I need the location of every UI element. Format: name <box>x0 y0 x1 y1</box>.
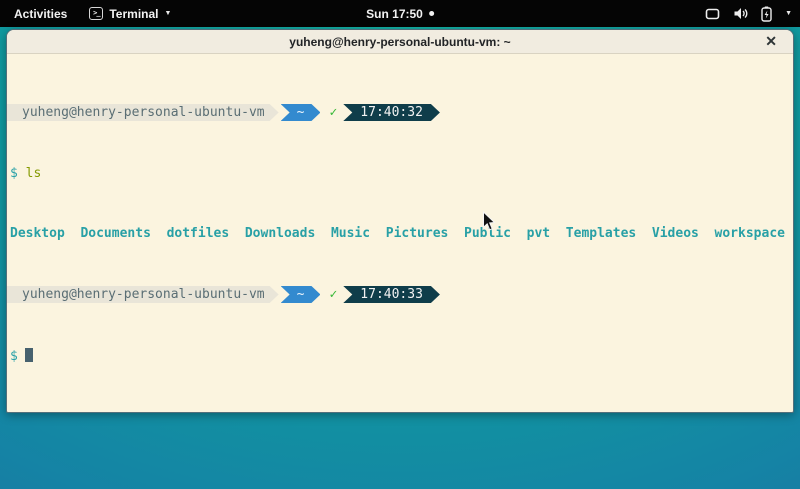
chevron-down-icon: ▼ <box>785 10 792 17</box>
terminal-cursor <box>25 348 33 362</box>
activities-button[interactable]: Activities <box>10 5 71 23</box>
terminal-content[interactable]: yuheng@henry-personal-ubuntu-vm~✓17:40:3… <box>7 55 793 412</box>
notification-dot-icon <box>429 11 434 16</box>
terminal-window: yuheng@henry-personal-ubuntu-vm: ~ ✕ yuh… <box>6 29 794 413</box>
wired-network-icon <box>705 8 720 20</box>
prompt-time-segment: 17:40:32 <box>343 104 440 121</box>
typed-command: ls <box>26 166 42 181</box>
prompt-user-host: yuheng@henry-personal-ubuntu-vm <box>7 104 279 121</box>
prompt-user-host: yuheng@henry-personal-ubuntu-vm <box>7 286 279 303</box>
dir-entry: workspace <box>715 226 785 241</box>
prompt-line: yuheng@henry-personal-ubuntu-vm~ ✓ 17:40:3… <box>10 286 790 303</box>
system-status-menu[interactable]: ▼ <box>705 0 792 27</box>
prompt-line: yuheng@henry-personal-ubuntu-vm~ ✓ 17:40:3… <box>10 104 790 121</box>
dir-entry: Public <box>464 226 511 241</box>
top-bar-left: Activities >_ Terminal ▼ <box>0 5 171 23</box>
ls-output-line: Desktop Documents dotfiles Downloads Mus… <box>10 226 790 241</box>
battery-charging-icon <box>761 6 772 22</box>
dir-entry: Templates <box>566 226 636 241</box>
dir-entry: pvt <box>527 226 550 241</box>
top-bar: Activities >_ Terminal ▼ Sun 17:50 ▼ <box>0 0 800 27</box>
prompt-symbol: $ <box>10 166 18 181</box>
volume-icon <box>733 7 748 20</box>
input-line[interactable]: $ <box>10 348 790 363</box>
chevron-down-icon: ▼ <box>164 10 171 17</box>
window-title: yuheng@henry-personal-ubuntu-vm: ~ <box>289 35 510 49</box>
prompt-cwd-segment: ~ <box>281 286 321 303</box>
app-menu[interactable]: >_ Terminal ▼ <box>89 7 171 21</box>
dir-entry: Documents <box>80 226 150 241</box>
command-line: $ ls <box>10 166 790 181</box>
success-check-icon: ✓ <box>329 286 337 303</box>
prompt-symbol: $ <box>10 349 18 364</box>
dir-entry: Desktop <box>10 226 65 241</box>
dir-entry: Music <box>331 226 370 241</box>
dir-entry: Downloads <box>245 226 315 241</box>
dir-entry: dotfiles <box>167 226 230 241</box>
app-menu-label: Terminal <box>109 7 158 21</box>
terminal-app-icon: >_ <box>89 7 103 20</box>
success-check-icon: ✓ <box>329 104 337 121</box>
clock-button[interactable]: Sun 17:50 <box>366 7 434 21</box>
close-button[interactable]: ✕ <box>765 33 777 50</box>
window-titlebar[interactable]: yuheng@henry-personal-ubuntu-vm: ~ ✕ <box>7 30 793 54</box>
prompt-cwd-segment: ~ <box>281 104 321 121</box>
prompt-time-segment: 17:40:33 <box>343 286 440 303</box>
clock-label: Sun 17:50 <box>366 7 423 21</box>
dir-entry: Videos <box>652 226 699 241</box>
dir-entry: Pictures <box>386 226 449 241</box>
